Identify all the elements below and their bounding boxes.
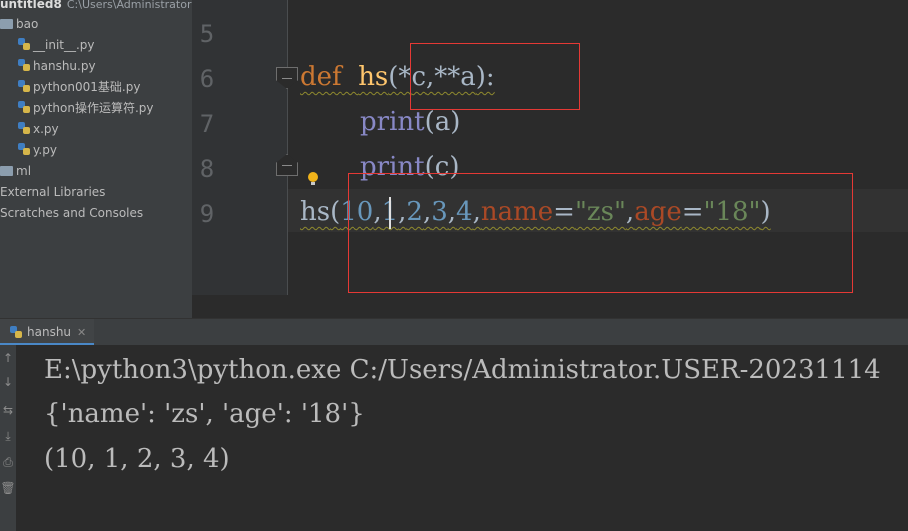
trash-icon[interactable]: 🗑	[0, 477, 16, 499]
tree-item-label: __init__.py	[33, 38, 95, 52]
tree-item-label: External Libraries	[0, 185, 106, 199]
editor-bottom-area	[192, 295, 908, 318]
annotation-box-params	[410, 43, 580, 110]
project-title: untitled8	[0, 0, 62, 11]
print-icon[interactable]: ⎙	[0, 451, 16, 473]
gutter-separator	[287, 0, 288, 295]
python-file-icon	[18, 38, 30, 50]
run-toolbar: ↑ ↓ ⇆ ⤓ ⎙ 🗑	[0, 345, 16, 531]
line-number: 8	[199, 155, 215, 183]
python-file-icon	[18, 143, 30, 155]
console-line: (10, 1, 2, 3, 4)	[44, 444, 230, 474]
tree-item-bao[interactable]: bao	[0, 14, 38, 35]
function-name: hs	[358, 62, 389, 92]
folder-icon	[0, 19, 13, 29]
lightbulb-icon[interactable]	[308, 172, 318, 186]
python-file-icon	[18, 122, 30, 134]
tree-item-ml[interactable]: ml	[0, 161, 31, 182]
code-line-7[interactable]: print(a)	[360, 107, 460, 137]
scroll-to-end-icon[interactable]: ⤓	[0, 425, 16, 447]
run-tab-label: hanshu	[27, 325, 72, 339]
console-line: {'name': 'zs', 'age': '18'}	[44, 399, 365, 429]
python-run-icon	[10, 326, 22, 338]
console-line: E:\python3\python.exe C:/Users/Administr…	[44, 355, 881, 385]
tree-item-label: python操作运算符.py	[33, 101, 154, 115]
keyword-def: def	[300, 62, 342, 92]
code-token: (	[424, 107, 435, 137]
builtin-print: print	[360, 107, 425, 137]
line-number: 6	[199, 65, 215, 93]
annotation-box-call	[348, 173, 853, 293]
project-path: C:\Users\Administrator	[66, 0, 192, 11]
tree-item-label: python001基础.py	[33, 80, 141, 94]
tree-item-label: ml	[16, 164, 32, 178]
folder-icon	[0, 166, 13, 176]
run-tab-hanshu[interactable]: hanshu ✕	[0, 319, 95, 346]
tree-item-x[interactable]: x.py	[18, 119, 59, 140]
code-token: a	[434, 107, 451, 137]
soft-wrap-icon[interactable]: ⇆	[0, 399, 16, 421]
project-panel: untitled8 C:\Users\Administrator bao __in…	[0, 0, 192, 318]
line-number: 5	[199, 20, 215, 48]
tree-item-y[interactable]: y.py	[18, 140, 57, 161]
tree-item-label: x.py	[33, 122, 59, 136]
tree-item-label: Scratches and Consoles	[0, 206, 144, 220]
run-panel-header: hanshu ✕	[0, 318, 908, 346]
tree-item-label: y.py	[33, 143, 57, 157]
close-icon[interactable]: ✕	[77, 326, 86, 339]
code-token: )	[450, 107, 461, 137]
tree-item-python001[interactable]: python001基础.py	[18, 77, 140, 98]
project-root[interactable]: untitled8 C:\Users\Administrator	[0, 0, 191, 15]
tree-item-python-operators[interactable]: python操作运算符.py	[18, 98, 154, 119]
scroll-up-icon[interactable]: ↑	[0, 347, 16, 369]
tree-item-hanshu[interactable]: hanshu.py	[18, 56, 96, 77]
line-number: 9	[199, 200, 215, 228]
line-number: 7	[199, 110, 215, 138]
python-file-icon	[18, 59, 30, 71]
function-call: hs	[300, 197, 331, 227]
python-file-icon	[18, 80, 30, 92]
tree-item-label: bao	[16, 17, 39, 31]
scroll-down-icon[interactable]: ↓	[0, 371, 16, 393]
code-token: (	[330, 197, 341, 227]
tree-item-external-libraries[interactable]: External Libraries	[0, 182, 105, 203]
tree-item-label: hanshu.py	[33, 59, 96, 73]
tree-item-init[interactable]: __init__.py	[18, 35, 95, 56]
python-file-icon	[18, 101, 30, 113]
tree-item-scratches[interactable]: Scratches and Consoles	[0, 203, 143, 224]
code-token: (*	[388, 62, 412, 92]
